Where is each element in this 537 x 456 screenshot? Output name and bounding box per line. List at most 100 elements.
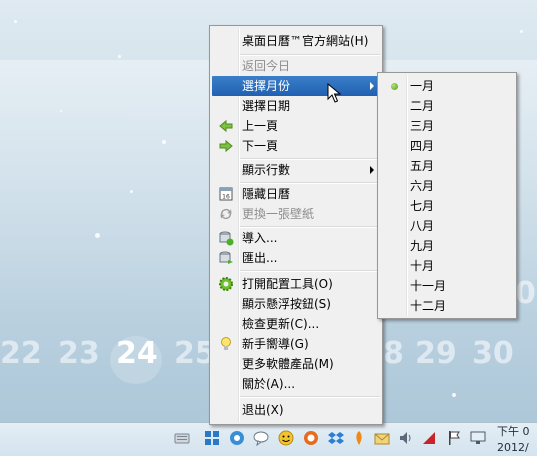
month-submenu: 一月 二月 三月 四月 五月 六月 七月 八月 九月 十月 十一月 十二月 [377, 72, 517, 319]
orange-app-icon[interactable] [351, 430, 367, 446]
menu-item-beginner-guide[interactable]: 新手嚮導(G) [212, 334, 380, 354]
month-item-label: 十一月 [410, 279, 447, 293]
menu-item-official-website[interactable]: 桌面日曆™官方網站(H) [212, 31, 380, 51]
month-item-october[interactable]: 十月 [380, 256, 514, 276]
menu-item-label: 退出(X) [242, 403, 284, 417]
menu-item-label: 上一頁 [242, 119, 279, 133]
month-item-september[interactable]: 九月 [380, 236, 514, 256]
export-icon [219, 251, 233, 264]
month-item-label: 五月 [410, 159, 435, 173]
menu-item-exit[interactable]: 退出(X) [212, 400, 380, 420]
day-number: 30 [472, 336, 514, 371]
snowflake [130, 190, 133, 193]
menu-item-label: 更多軟體產品(M) [242, 357, 334, 371]
menu-item-label: 打開配置工具(O) [242, 277, 333, 291]
month-item-december[interactable]: 十二月 [380, 296, 514, 316]
svg-text:16: 16 [222, 194, 230, 201]
month-item-label: 九月 [410, 239, 435, 253]
emoticon-icon[interactable] [278, 430, 294, 446]
month-item-label: 一月 [410, 79, 435, 93]
snowflake [60, 110, 62, 112]
menu-item-about[interactable]: 關於(A)... [212, 374, 380, 394]
menu-item-change-wallpaper[interactable]: 更換一張壁紙 [212, 204, 380, 224]
arrow-left-icon [219, 119, 233, 133]
calendar-icon: 16 [219, 187, 233, 201]
menu-item-label: 隱藏日曆 [242, 187, 291, 201]
day-number: 8 [383, 336, 404, 371]
menu-item-label: 選擇日期 [242, 99, 291, 113]
month-item-june[interactable]: 六月 [380, 176, 514, 196]
menu-item-label: 返回今日 [242, 59, 291, 73]
month-item-label: 二月 [410, 99, 435, 113]
menu-item-import[interactable]: 導入... [212, 228, 380, 248]
menu-item-display-rows[interactable]: 顯示行數 [212, 160, 380, 180]
month-item-label: 三月 [410, 119, 435, 133]
network-signal-icon[interactable] [421, 430, 437, 446]
month-item-april[interactable]: 四月 [380, 136, 514, 156]
import-icon [219, 231, 234, 246]
month-item-label: 四月 [410, 139, 435, 153]
menu-item-label: 更換一張壁紙 [242, 207, 315, 221]
messenger-icon[interactable] [229, 430, 245, 446]
clock-date: 2012/ [497, 441, 529, 454]
month-item-august[interactable]: 八月 [380, 216, 514, 236]
submenu-arrow-icon [370, 82, 374, 90]
day-number: 23 [58, 336, 100, 371]
menu-item-label: 顯示懸浮按鈕(S) [242, 297, 331, 311]
snowflake [14, 20, 17, 23]
month-item-may[interactable]: 五月 [380, 156, 514, 176]
chat-bubble-icon[interactable] [253, 430, 269, 446]
menu-item-show-floating-button[interactable]: 顯示懸浮按鈕(S) [212, 294, 380, 314]
month-item-label: 十月 [410, 259, 435, 273]
clock-time: 下午 0 [497, 425, 530, 438]
menu-item-export[interactable]: 匯出... [212, 248, 380, 268]
submenu-arrow-icon [370, 166, 374, 174]
context-menu: 桌面日曆™官方網站(H) 返回今日 選擇月份 選擇日期 上一頁 下一頁 顯示行數… [209, 25, 383, 425]
month-item-february[interactable]: 二月 [380, 96, 514, 116]
volume-icon[interactable] [398, 430, 414, 446]
menu-item-hide-calendar[interactable]: 16 隱藏日曆 [212, 184, 380, 204]
snowflake [520, 30, 523, 33]
month-item-march[interactable]: 三月 [380, 116, 514, 136]
menu-item-select-date[interactable]: 選擇日期 [212, 96, 380, 116]
gear-icon [219, 277, 233, 291]
snowflake [118, 55, 121, 58]
snowflake [95, 233, 100, 238]
refresh-icon [220, 209, 232, 219]
month-item-november[interactable]: 十一月 [380, 276, 514, 296]
menu-item-open-config-tool[interactable]: 打開配置工具(O) [212, 274, 380, 294]
menu-item-label: 匯出... [242, 251, 278, 265]
snowflake [162, 140, 166, 144]
mouse-pointer-icon [327, 83, 341, 103]
menu-item-more-products[interactable]: 更多軟體產品(M) [212, 354, 380, 374]
menu-item-select-month[interactable]: 選擇月份 [212, 76, 380, 96]
taskbar: 下午 0 2012/ [0, 422, 537, 456]
lightbulb-icon [221, 337, 231, 350]
browser-icon[interactable] [303, 430, 319, 446]
month-item-label: 七月 [410, 199, 435, 213]
day-number: 29 [415, 336, 457, 371]
menu-item-label: 導入... [242, 231, 278, 245]
menu-item-label: 顯示行數 [242, 163, 291, 177]
mail-icon[interactable] [374, 430, 390, 446]
monitor-icon[interactable] [470, 430, 486, 446]
dropbox-icon[interactable] [328, 430, 344, 446]
menu-item-label: 選擇月份 [242, 79, 291, 93]
system-clock[interactable]: 下午 0 2012/ [497, 425, 537, 455]
keyboard-icon[interactable] [174, 430, 190, 446]
month-item-label: 八月 [410, 219, 435, 233]
menu-separator [240, 270, 380, 272]
menu-item-previous-page[interactable]: 上一頁 [212, 116, 380, 136]
menu-item-label: 新手嚮導(G) [242, 337, 309, 351]
menu-item-next-page[interactable]: 下一頁 [212, 136, 380, 156]
month-item-july[interactable]: 七月 [380, 196, 514, 216]
menu-item-label: 下一頁 [242, 139, 279, 153]
month-item-label: 十二月 [410, 299, 447, 313]
menu-item-label: 桌面日曆™官方網站(H) [242, 34, 369, 48]
menu-item-check-updates[interactable]: 檢查更新(C)... [212, 314, 380, 334]
calendar-app-icon[interactable] [204, 430, 220, 446]
menu-item-label: 檢查更新(C)... [242, 317, 320, 331]
month-item-january[interactable]: 一月 [380, 76, 514, 96]
menu-item-back-to-today[interactable]: 返回今日 [212, 56, 380, 76]
flag-icon[interactable] [446, 430, 462, 446]
